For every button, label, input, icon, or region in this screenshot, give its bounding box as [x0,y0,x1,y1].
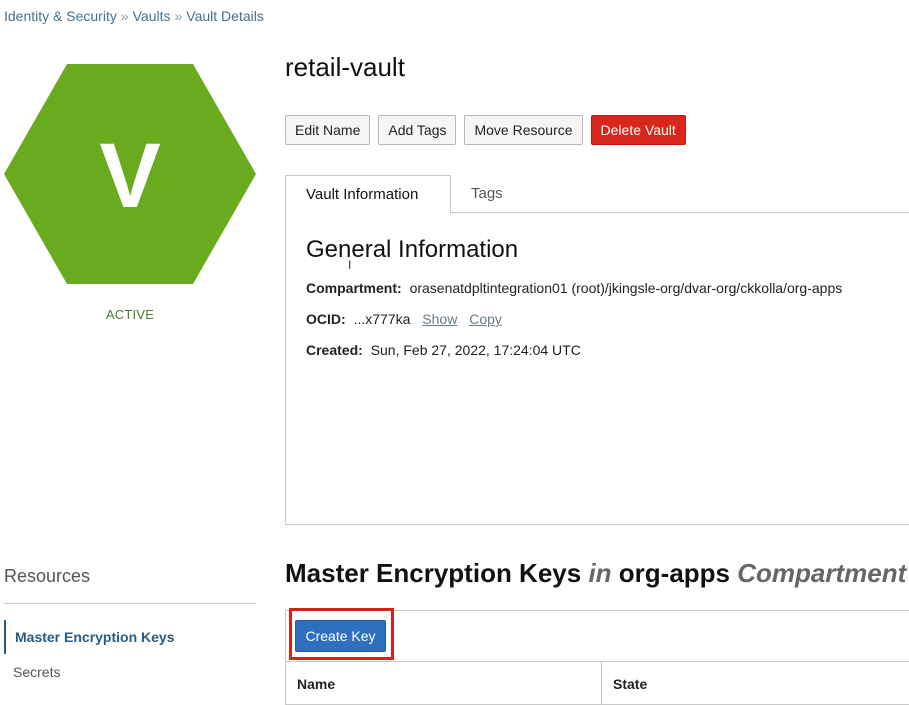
sidebar-item-master-encryption-keys[interactable]: Master Encryption Keys [4,620,256,654]
keys-title-suffix: Compartment [737,558,907,588]
edit-name-button[interactable]: Edit Name [285,115,371,145]
keys-title-in: in [588,558,612,588]
breadcrumb: Identity & Security» Vaults» Vault Details [4,8,264,24]
breadcrumb-identity-security[interactable]: Identity & Security [4,8,117,24]
compartment-label: Compartment: [306,280,402,296]
keys-title-compartment: org-apps [618,558,731,588]
add-tags-button[interactable]: Add Tags [378,115,457,145]
vault-hexagon-badge: V [4,64,256,284]
breadcrumb-separator: » [120,8,129,24]
create-key-button[interactable]: Create Key [295,620,386,652]
vault-initial: V [99,125,160,227]
ocid-copy-link[interactable]: Copy [469,311,502,327]
sidebar-item-secrets[interactable]: Secrets [4,655,256,689]
ocid-row: OCID: ...x777ka Show Copy [306,311,502,327]
general-information-heading: General Information [306,236,519,263]
breadcrumb-vault-details: Vault Details [186,8,264,24]
status-badge: ACTIVE [105,307,155,322]
ocid-value: ...x777ka [353,311,411,327]
ocid-label: OCID: [306,311,346,327]
keys-section-heading: Master Encryption Keys in org-apps Compa… [285,558,906,589]
compartment-row: Compartment: orasenatdpltintegration01 (… [306,280,842,296]
vault-information-panel: General Information I Compartment: orase… [285,212,909,525]
created-label: Created: [306,342,363,358]
resources-divider [4,603,256,604]
ocid-show-link[interactable]: Show [422,311,457,327]
tab-tags[interactable]: Tags [451,175,523,214]
compartment-value: orasenatdpltintegration01 (root)/jkingsl… [409,280,843,296]
breadcrumb-vaults[interactable]: Vaults [133,8,171,24]
column-header-name[interactable]: Name [286,662,602,705]
text-cursor-icon: I [348,258,352,272]
column-header-state[interactable]: State [602,662,909,705]
page-title: retail-vault [285,52,405,82]
action-toolbar: Edit Name Add Tags Move Resource Delete … [285,115,686,145]
vault-details-page: Identity & Security» Vaults» Vault Details… [0,0,909,705]
keys-title-main: Master Encryption Keys [285,558,582,588]
created-value: Sun, Feb 27, 2022, 17:24:04 UTC [370,342,581,358]
delete-vault-button[interactable]: Delete Vault [590,115,686,145]
resources-heading: Resources [4,566,91,586]
tab-vault-information[interactable]: Vault Information [285,175,451,214]
hexagon-icon: V [4,64,256,284]
keys-table-header: Name State [285,661,909,705]
breadcrumb-separator: » [174,8,183,24]
detail-tabs: Vault Information Tags [285,175,909,214]
created-row: Created: Sun, Feb 27, 2022, 17:24:04 UTC [306,342,581,358]
move-resource-button[interactable]: Move Resource [464,115,583,145]
